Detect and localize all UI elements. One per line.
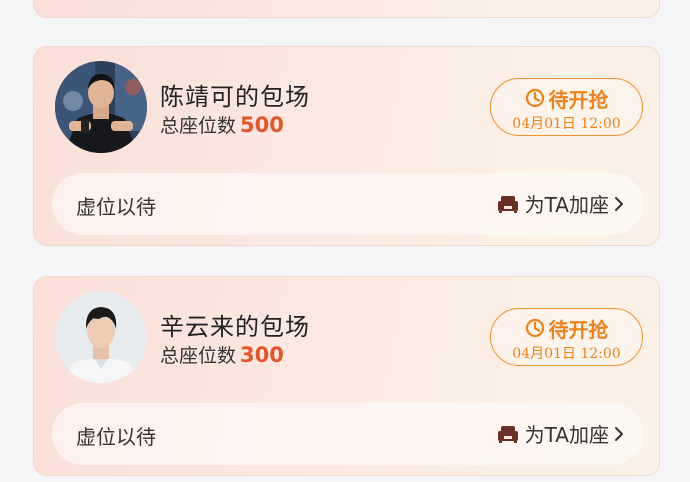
total-seats-label: 总座位数 bbox=[160, 115, 237, 137]
status-button[interactable]: 待开抢 04月01日 12:00 bbox=[490, 78, 643, 136]
host-avatar[interactable] bbox=[55, 291, 147, 383]
clock-icon bbox=[525, 318, 545, 338]
chevron-right-icon bbox=[613, 425, 625, 443]
session-card[interactable]: 辛云来的包场 总座位数 300 待开抢 04月01日 12:00 虚位以待 为T… bbox=[33, 276, 660, 476]
seat-action-bar: 虚位以待 为TA加座 bbox=[52, 173, 643, 235]
status-button[interactable]: 待开抢 04月01日 12:00 bbox=[490, 308, 643, 366]
total-seats-value: 300 bbox=[240, 343, 284, 367]
clock-icon bbox=[525, 88, 545, 108]
host-avatar[interactable] bbox=[55, 61, 147, 153]
total-seats: 总座位数 500 bbox=[160, 111, 284, 138]
add-seat-label: 为TA加座 bbox=[524, 423, 609, 447]
seat-action-bar: 虚位以待 为TA加座 bbox=[52, 403, 643, 465]
session-card[interactable]: 陈靖可的包场 总座位数 500 待开抢 04月01日 12:00 虚位以待 为T… bbox=[33, 46, 660, 246]
status-time: 04月01日 12:00 bbox=[512, 116, 621, 132]
total-seats-label: 总座位数 bbox=[160, 345, 237, 367]
partial-session-card bbox=[33, 0, 660, 18]
add-seat-button[interactable]: 为TA加座 bbox=[497, 189, 625, 218]
session-list: 陈靖可的包场 总座位数 500 待开抢 04月01日 12:00 虚位以待 为T… bbox=[0, 0, 690, 482]
chevron-right-icon bbox=[613, 195, 625, 213]
sofa-icon bbox=[497, 194, 519, 214]
host-session-title: 陈靖可的包场 bbox=[160, 83, 310, 111]
host-session-title: 辛云来的包场 bbox=[160, 313, 310, 341]
vacant-seat-text: 虚位以待 bbox=[76, 195, 156, 219]
add-seat-button[interactable]: 为TA加座 bbox=[497, 419, 625, 448]
vacant-seat-text: 虚位以待 bbox=[76, 425, 156, 449]
total-seats-value: 500 bbox=[240, 113, 284, 137]
status-time: 04月01日 12:00 bbox=[512, 346, 621, 362]
status-label: 待开抢 bbox=[548, 317, 609, 342]
total-seats: 总座位数 300 bbox=[160, 341, 284, 368]
add-seat-label: 为TA加座 bbox=[524, 193, 609, 217]
sofa-icon bbox=[497, 424, 519, 444]
status-label: 待开抢 bbox=[548, 87, 609, 112]
